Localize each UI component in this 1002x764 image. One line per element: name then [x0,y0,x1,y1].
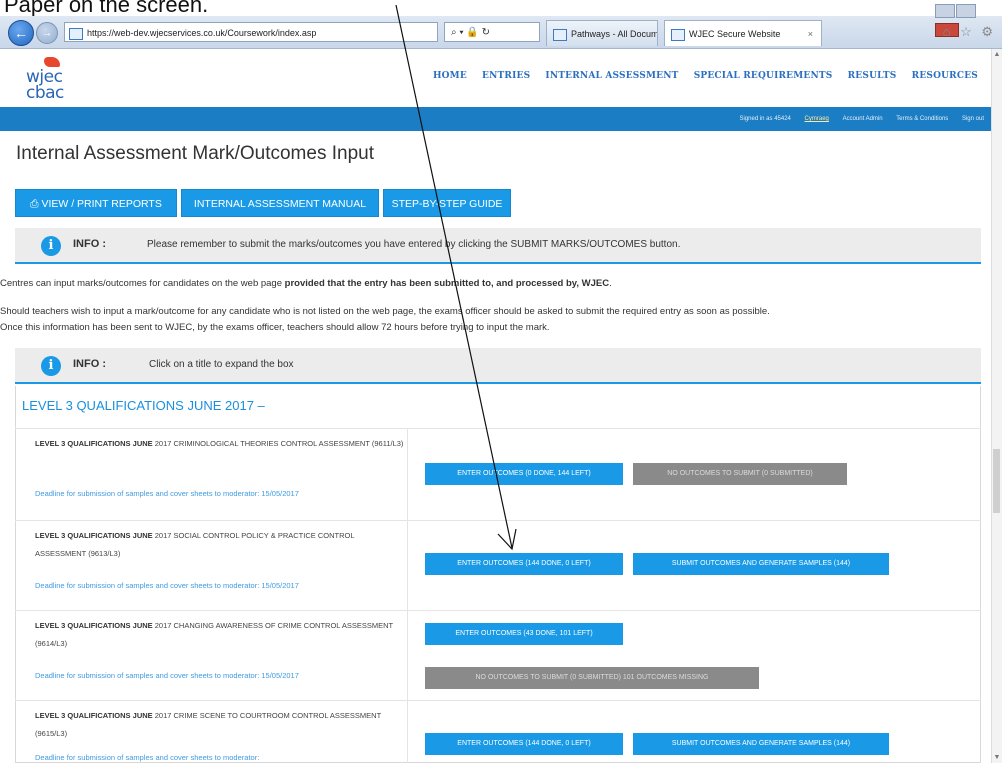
enter-outcomes-button[interactable]: ENTER OUTCOMES (0 DONE, 144 LEFT) [425,463,623,485]
address-controls[interactable]: ⌕ ▾ 🔒 ↻ [444,22,540,42]
view-print-reports-button[interactable]: ⎙ VIEW / PRINT REPORTS [15,189,177,217]
step-by-step-guide-button[interactable]: STEP-BY-STEP GUIDE [383,189,511,217]
nav-entries[interactable]: ENTRIES [482,71,530,81]
qualification-row: LEVEL 3 QUALIFICATIONS JUNE 2017 CHANGIN… [15,610,981,700]
paragraph-teachers: Should teachers wish to input a mark/out… [0,306,770,317]
tab-favicon-icon [671,28,685,41]
user-links: Signed in as 45424 Cymraeg Account Admin… [728,107,985,131]
dragon-icon [44,57,60,67]
qualification-row: LEVEL 3 QUALIFICATIONS JUNE 2017 SOCIAL … [15,520,981,610]
url-text: https://web-dev.wjecservices.co.uk/Cours… [87,28,317,38]
caption-text: Paper on the screen. [4,0,209,17]
info-icon: i [41,236,61,256]
tab-label: WJEC Secure Website [689,29,781,39]
qualification-name-bold: LEVEL 3 QUALIFICATIONS JUNE [35,439,153,448]
forward-arrow-icon[interactable]: → [36,22,58,44]
qualification-info: LEVEL 3 QUALIFICATIONS JUNE 2017 SOCIAL … [15,521,408,610]
tab-close-icon[interactable]: × [808,21,813,46]
sign-out-link[interactable]: Sign out [962,116,984,122]
qualification-group-title[interactable]: LEVEL 3 QUALIFICATIONS JUNE 2017 – [22,398,265,413]
paragraph-wait: Once this information has been sent to W… [0,322,550,333]
info-icon: i [41,356,61,376]
info-label: INFO : [73,238,106,250]
info-box-submit: i INFO : Please remember to submit the m… [15,228,981,264]
no-outcomes-to-submit-button: NO OUTCOMES TO SUBMIT (0 SUBMITTED) [633,463,847,485]
submit-outcomes-generate-samples-button[interactable]: SUBMIT OUTCOMES AND GENERATE SAMPLES (14… [633,553,889,575]
qualification-name-bold: LEVEL 3 QUALIFICATIONS JUNE [35,621,153,630]
qualification-row: LEVEL 3 QUALIFICATIONS JUNE 2017 CRIME S… [15,700,981,763]
address-bar[interactable]: https://web-dev.wjecservices.co.uk/Cours… [64,22,438,42]
info-text: Click on a title to expand the box [149,359,294,370]
info-label: INFO : [73,358,106,370]
nav-results[interactable]: RESULTS [848,71,897,81]
enter-outcomes-button[interactable]: ENTER OUTCOMES (144 DONE, 0 LEFT) [425,733,623,755]
info-box-expand: i INFO : Click on a title to expand the … [15,348,981,384]
minimize-icon[interactable] [935,4,955,18]
qualification-name-bold: LEVEL 3 QUALIFICATIONS JUNE [35,531,153,540]
wjec-logo[interactable]: wjec cbac [22,57,82,103]
qualification-row: LEVEL 3 QUALIFICATIONS JUNE 2017 CRIMINO… [15,428,981,520]
signed-in-text: Signed in as 45424 [739,116,791,122]
nav-internal-assessment[interactable]: INTERNAL ASSESSMENT [545,71,678,81]
user-bar: Signed in as 45424 Cymraeg Account Admin… [0,107,1002,131]
deadline-text: Deadline for submission of samples and c… [35,489,299,498]
tab-favicon-icon [553,28,567,41]
qualification-name-bold: LEVEL 3 QUALIFICATIONS JUNE [35,711,153,720]
deadline-text: Deadline for submission of samples and c… [35,753,260,762]
logo-text-cbac: cbac [26,83,64,103]
qualification-name-rest: 2017 CRIMINOLOGICAL THEORIES CONTROL ASS… [152,439,404,448]
main-nav: HOME ENTRIES INTERNAL ASSESSMENT SPECIAL… [421,71,978,81]
nav-resources[interactable]: RESOURCES [912,71,978,81]
qualification-name: LEVEL 3 QUALIFICATIONS JUNE 2017 CHANGIN… [35,617,407,653]
browser-tab-pathways[interactable]: Pathways - All Documents [546,20,658,46]
language-link[interactable]: Cymraeg [805,116,829,122]
scroll-thumb[interactable] [993,449,1000,513]
enter-outcomes-button[interactable]: ENTER OUTCOMES (144 DONE, 0 LEFT) [425,553,623,575]
browser-toolbar-icons[interactable]: ⌂ ☆ ⚙ [943,24,996,40]
info-text: Please remember to submit the marks/outc… [147,239,681,250]
enter-outcomes-button[interactable]: ENTER OUTCOMES (43 DONE, 101 LEFT) [425,623,623,645]
scroll-down-icon[interactable]: ▼ [992,754,1002,761]
browser-chrome: ← → https://web-dev.wjecservices.co.uk/C… [0,4,1002,49]
qualification-name: LEVEL 3 QUALIFICATIONS JUNE 2017 CRIMINO… [35,435,407,453]
page-title: Internal Assessment Mark/Outcomes Input [16,143,374,164]
submit-outcomes-generate-samples-button[interactable]: SUBMIT OUTCOMES AND GENERATE SAMPLES (14… [633,733,889,755]
nav-home[interactable]: HOME [433,71,467,81]
window-controls [934,4,998,37]
internal-assessment-manual-button[interactable]: INTERNAL ASSESSMENT MANUAL [181,189,379,217]
deadline-text: Deadline for submission of samples and c… [35,581,299,590]
qualification-info: LEVEL 3 QUALIFICATIONS JUNE 2017 CHANGIN… [15,611,408,700]
para-text: Centres can input marks/outcomes for can… [0,278,285,289]
tab-label: Pathways - All Documents [571,29,658,39]
para-text: . [609,278,612,289]
terms-link[interactable]: Terms & Conditions [896,116,948,122]
para-bold-text: provided that the entry has been submitt… [284,278,610,289]
qualification-name: LEVEL 3 QUALIFICATIONS JUNE 2017 SOCIAL … [35,527,407,563]
page-scrollbar[interactable]: ▲ ▼ [991,49,1002,763]
no-outcomes-to-submit-button: NO OUTCOMES TO SUBMIT (0 SUBMITTED) 101 … [425,667,759,689]
site-header: wjec cbac HOME ENTRIES INTERNAL ASSESSME… [0,49,1002,107]
browser-tab-wjec[interactable]: WJEC Secure Website × [664,20,822,46]
paragraph-entry-notice: Centres can input marks/outcomes for can… [0,276,612,291]
deadline-text: Deadline for submission of samples and c… [35,671,299,680]
page-favicon-icon [69,27,83,40]
account-admin-link[interactable]: Account Admin [843,116,883,122]
qualification-info: LEVEL 3 QUALIFICATIONS JUNE 2017 CRIME S… [15,701,408,763]
nav-special-requirements[interactable]: SPECIAL REQUIREMENTS [694,71,833,81]
back-arrow-icon[interactable]: ← [8,20,34,46]
scroll-up-icon[interactable]: ▲ [992,51,1002,58]
maximize-icon[interactable] [956,4,976,18]
qualification-name: LEVEL 3 QUALIFICATIONS JUNE 2017 CRIME S… [35,707,407,743]
qualification-info: LEVEL 3 QUALIFICATIONS JUNE 2017 CRIMINO… [15,429,408,520]
